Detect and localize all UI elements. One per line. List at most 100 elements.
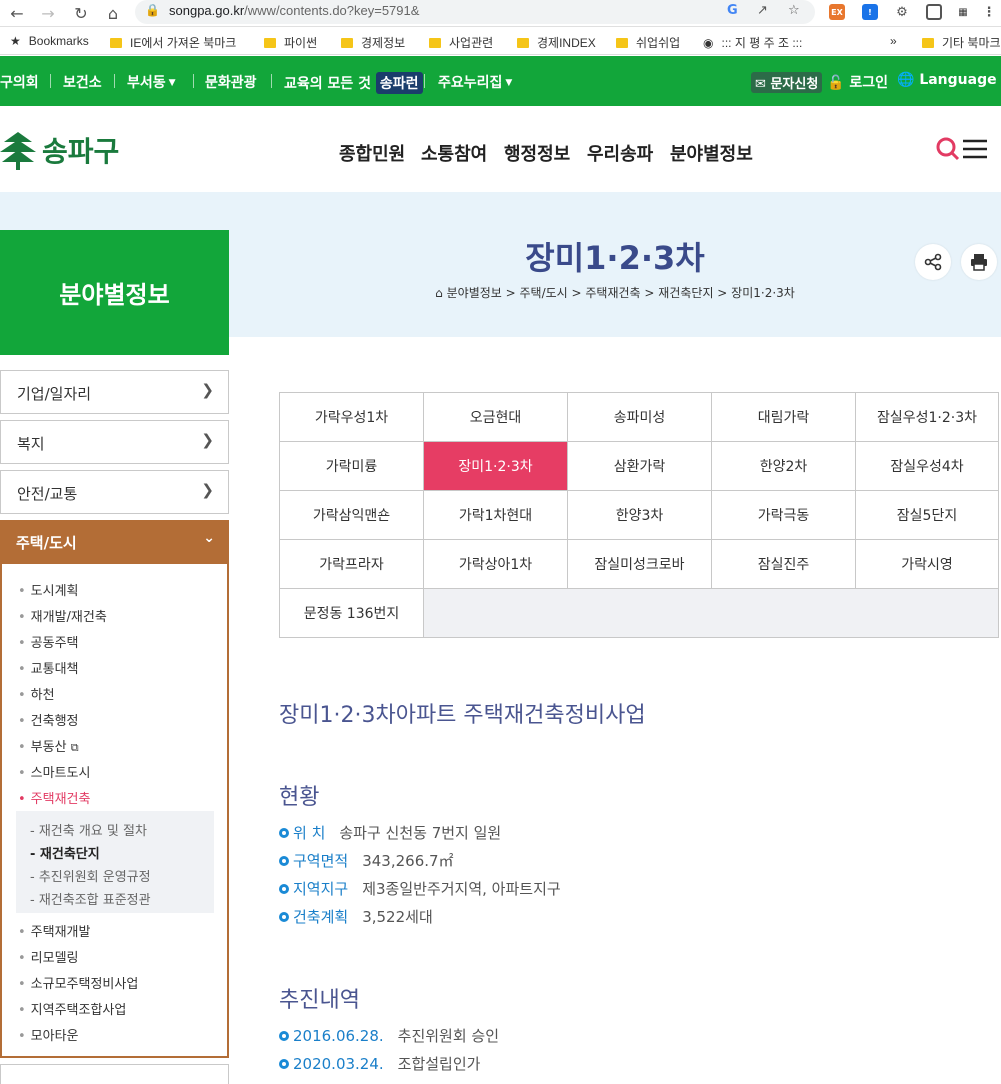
complex-tab[interactable]: 가락우성1차 — [280, 393, 424, 442]
gnb-item[interactable]: 행정정보 — [504, 140, 570, 166]
address-bar[interactable]: 🔒 songpa.go.kr/www/contents.do?key=5791&… — [135, 0, 815, 24]
complex-tab[interactable]: 가락1차현대 — [424, 491, 568, 540]
share-icon — [924, 253, 942, 271]
complex-tab-active[interactable]: 장미1·2·3차 — [424, 442, 568, 491]
submenu-link[interactable]: 소규모주택정비사업 — [18, 973, 139, 992]
util-link[interactable]: 구의회 — [0, 72, 39, 92]
print-button[interactable] — [961, 244, 997, 280]
bookmark-folder[interactable]: 파이썬 — [264, 34, 317, 51]
back-icon[interactable]: ← — [6, 2, 28, 24]
side-menu-item[interactable]: 기업/일자리 ❯ — [0, 370, 229, 414]
lock-icon: 🔒 — [145, 3, 160, 17]
google-icon[interactable]: G — [727, 3, 738, 18]
language-button[interactable]: 🌐 Language — [897, 72, 997, 88]
complex-tab[interactable]: 오금현대 — [424, 393, 568, 442]
complex-tab[interactable]: 가락극동 — [712, 491, 856, 540]
bookmark-link[interactable]: ◉::: 지 평 주 조 ::: — [703, 34, 802, 51]
submenu-link[interactable]: 재개발/재건축 — [18, 606, 107, 625]
util-dropdown[interactable]: 주요누리집 ▼ — [438, 72, 512, 92]
bookmark-folder[interactable]: 쉬업쉬업 — [616, 34, 680, 51]
puzzle-icon[interactable]: ⚙ — [894, 4, 910, 20]
chevron-down-icon: ⌄ — [203, 530, 215, 546]
reload-icon[interactable]: ↻ — [70, 2, 92, 24]
side-menu-active[interactable]: 주택/도시 ⌄ — [0, 520, 229, 564]
bookmark-folder[interactable]: 경제정보 — [341, 34, 405, 51]
submenu-link[interactable]: 공동주택 — [18, 632, 79, 651]
shield-icon[interactable]: ! — [862, 4, 878, 20]
complex-tab[interactable]: 잠실우성1·2·3차 — [856, 393, 998, 442]
util-link[interactable]: 문화관광 — [205, 72, 257, 92]
submenu-link[interactable]: 부동산 ⧉ — [18, 736, 79, 755]
submenu-link[interactable]: 스마트도시 — [18, 762, 91, 781]
submenu-link[interactable]: 도시계획 — [18, 580, 79, 599]
submenu-link[interactable]: 하천 — [18, 684, 55, 703]
complex-tab[interactable]: 한양2차 — [712, 442, 856, 491]
search-menu-icon[interactable] — [935, 136, 989, 164]
bookmark-folder[interactable]: 경제INDEX — [517, 34, 596, 51]
util-dropdown[interactable]: 부서동 ▼ — [127, 72, 176, 92]
util-link[interactable]: 보건소 — [63, 72, 102, 92]
depth3-link[interactable]: - 추진위원회 운영규정 — [30, 866, 151, 885]
history-row: 2016.06.28. 추진위원회 승인 — [279, 1025, 499, 1046]
bookmarks-label[interactable]: ★ Bookmarks — [10, 34, 89, 48]
complex-tab[interactable]: 가락프라자 — [280, 540, 424, 589]
bookmark-folder[interactable]: 사업관련 — [429, 34, 493, 51]
gnb-item[interactable]: 소통참여 — [421, 140, 487, 166]
side-menu-item[interactable]: 안전/교통 ❯ — [0, 470, 229, 514]
submenu-link[interactable]: 리모델링 — [18, 947, 79, 966]
complex-tab[interactable]: 가락상아1차 — [424, 540, 568, 589]
status-row: 지역지구 제3종일반주거지역, 아파트지구 — [279, 878, 561, 899]
complex-tab[interactable]: 가락시영 — [856, 540, 998, 589]
bookmark-folder[interactable]: 기타 북마크 — [922, 34, 1001, 51]
depth3-link-current[interactable]: - 재건축단지 — [30, 843, 100, 862]
depth3-link[interactable]: - 재건축조합 표준정관 — [30, 889, 151, 908]
chevron-right-icon: ❯ — [201, 381, 214, 399]
complex-tab[interactable]: 잠실진주 — [712, 540, 856, 589]
complex-tab[interactable]: 잠실5단지 — [856, 491, 998, 540]
menu-dots-icon[interactable]: ⋮ — [981, 4, 997, 20]
gnb-item[interactable]: 종합민원 — [339, 140, 405, 166]
bookmark-folder[interactable]: IE에서 가져온 북마크 — [110, 34, 236, 51]
share-button[interactable] — [915, 244, 951, 280]
complex-tab[interactable]: 가락미륭 — [280, 442, 424, 491]
home-icon[interactable]: ⌂ — [435, 286, 443, 300]
submenu-link[interactable]: 건축행정 — [18, 710, 79, 729]
submenu-link[interactable]: 지역주택조합사업 — [18, 999, 127, 1018]
depth3-link[interactable]: - 재건축 개요 및 절차 — [30, 820, 147, 839]
extension-icon[interactable]: EX — [829, 4, 845, 20]
complex-tab[interactable]: 문정동 136번지 — [280, 589, 424, 637]
side-menu-item[interactable] — [0, 1064, 229, 1084]
sms-button[interactable]: ✉ 문자신청 — [751, 72, 823, 93]
login-button[interactable]: 🔓 로그인 — [827, 72, 888, 92]
qr-icon[interactable]: ▦ — [955, 4, 971, 20]
home-icon[interactable]: ⌂ — [102, 2, 124, 24]
complex-tab[interactable]: 한양3차 — [568, 491, 712, 540]
submenu-link[interactable]: 교통대책 — [18, 658, 79, 677]
songpa-run-badge[interactable]: 송파런 — [375, 72, 423, 94]
history-row: 2020.03.24. 조합설립인가 — [279, 1053, 480, 1074]
status-row: 위 치 송파구 신천동 7번지 일원 — [279, 822, 501, 843]
sidepanel-icon[interactable] — [926, 4, 942, 20]
forward-icon[interactable]: → — [37, 2, 59, 24]
more-bookmarks[interactable]: » — [890, 34, 897, 48]
util-link[interactable]: 교육의 모든 것 송파런 — [284, 72, 423, 94]
share-icon[interactable]: ↗ — [757, 3, 768, 18]
utility-bar: 구의회 보건소 부서동 ▼ 문화관광 교육의 모든 것 송파런 주요누리집 ▼ ✉ … — [0, 56, 1001, 106]
external-link-icon: ⧉ — [70, 741, 79, 754]
submenu-link[interactable]: 모아타운 — [18, 1025, 79, 1044]
folder-icon — [922, 38, 934, 48]
complex-tab[interactable]: 대림가락 — [712, 393, 856, 442]
submenu-link-current[interactable]: 주택재건축 — [18, 788, 91, 807]
gnb-item[interactable]: 분야별정보 — [670, 140, 753, 166]
site-logo[interactable]: 송파구 — [0, 128, 119, 172]
complex-tab[interactable]: 삼환가락 — [568, 442, 712, 491]
complex-tab[interactable]: 잠실우성4차 — [856, 442, 998, 491]
complex-tab[interactable]: 잠실미성크로바 — [568, 540, 712, 589]
side-menu-item[interactable]: 복지 ❯ — [0, 420, 229, 464]
gnb-item[interactable]: 우리송파 — [587, 140, 653, 166]
divider — [193, 74, 194, 88]
complex-tab[interactable]: 송파미성 — [568, 393, 712, 442]
bookmark-star-icon[interactable]: ☆ — [788, 3, 800, 18]
complex-tab[interactable]: 가락삼익맨숀 — [280, 491, 424, 540]
submenu-link[interactable]: 주택재개발 — [18, 921, 91, 940]
